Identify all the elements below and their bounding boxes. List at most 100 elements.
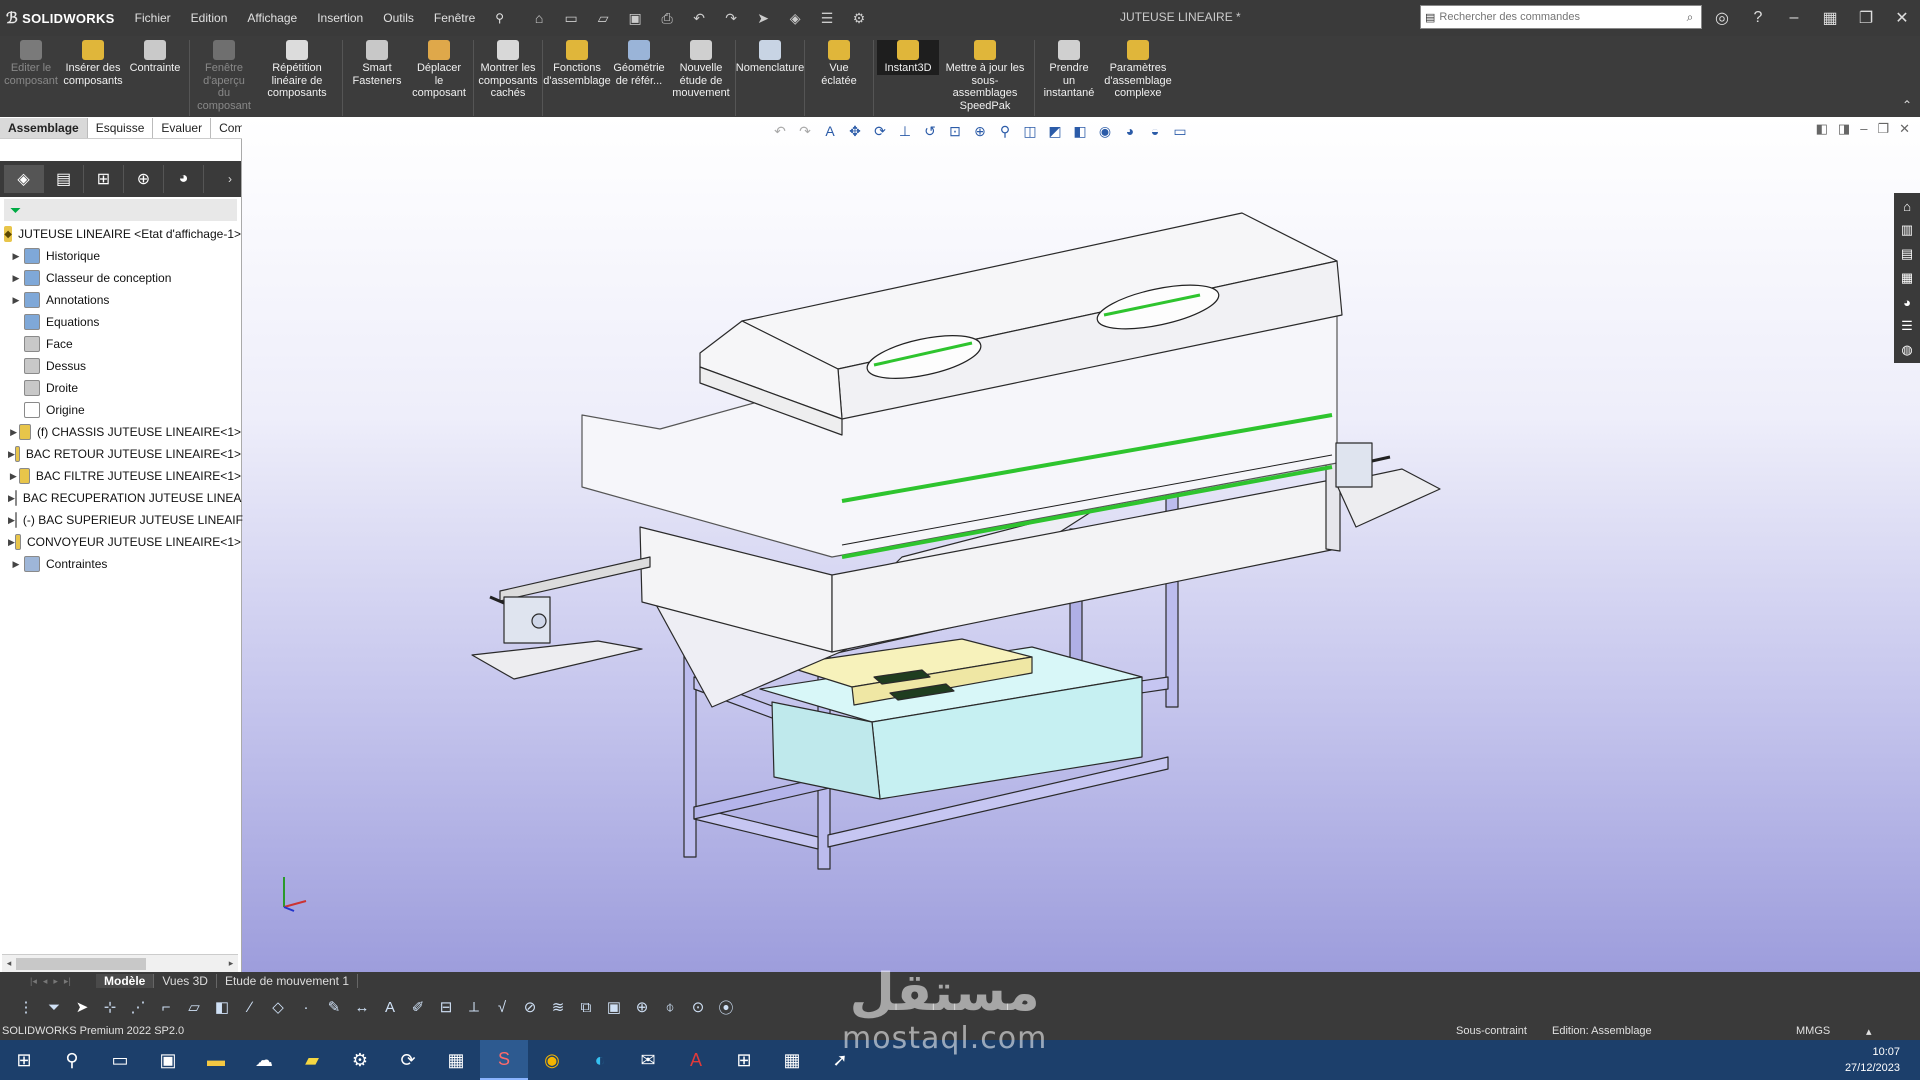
next-tab-icon[interactable]: ▸ xyxy=(53,976,58,987)
dowel-pin-icon[interactable]: ⌽ xyxy=(658,999,682,1016)
block-filter-icon[interactable]: ▣ xyxy=(602,998,626,1016)
view-palette-icon[interactable]: ▦ xyxy=(1894,267,1920,289)
ribbon-button-9[interactable]: Géométrie de référ... xyxy=(608,40,670,87)
select-icon[interactable]: ➤ xyxy=(752,10,774,27)
ribbon-button-11[interactable]: Nomenclature xyxy=(736,40,804,75)
rebuild-icon[interactable]: ◈ xyxy=(784,10,806,27)
tree-item[interactable]: Droite xyxy=(0,377,241,399)
close-button[interactable]: ✕ xyxy=(1884,8,1920,28)
expand-arrow-icon[interactable]: ▶ xyxy=(8,515,15,526)
settings-icon[interactable]: ⚙ xyxy=(336,1040,384,1080)
note-filter-icon[interactable]: ✐ xyxy=(406,998,430,1016)
calculator-icon[interactable]: ▦ xyxy=(768,1040,816,1080)
expand-arrow-icon[interactable]: ▶ xyxy=(8,295,24,306)
open-icon[interactable]: ▱ xyxy=(592,10,614,27)
home-icon[interactable]: ⌂ xyxy=(528,10,550,27)
dimension-filter-icon[interactable]: ↔ xyxy=(350,999,374,1016)
center-mark-icon[interactable]: ⊕ xyxy=(630,998,654,1016)
surface-finish-icon[interactable]: √ xyxy=(490,999,514,1016)
appearances-icon[interactable]: ◕ xyxy=(1894,291,1920,313)
ribbon-button-7[interactable]: Montrer les composants cachés xyxy=(477,40,539,100)
datum-filter-icon[interactable]: ⊟ xyxy=(434,998,458,1016)
tab-esquisse[interactable]: Esquisse xyxy=(88,118,154,138)
pin-icon[interactable]: ⚲ xyxy=(485,11,514,25)
ribbon-button-1[interactable]: Insérer des composants xyxy=(62,40,124,87)
connection-point-icon[interactable]: ⊙ xyxy=(686,998,710,1016)
tree-item[interactable]: ▶ (f) CHASSIS JUTEUSE LINEAIRE<1> xyxy=(0,421,241,443)
feature-manager-tab-icon[interactable]: ◈ xyxy=(4,165,44,193)
tree-filter[interactable]: ⏷ xyxy=(4,199,237,221)
face-filter-icon[interactable]: ▱ xyxy=(182,998,206,1016)
scroll-thumb[interactable] xyxy=(16,957,146,970)
plane-filter-icon[interactable]: ◇ xyxy=(266,998,290,1016)
expand-arrow-icon[interactable]: ▶ xyxy=(8,449,15,460)
menu-affichage[interactable]: Affichage xyxy=(237,11,307,25)
taskbar-search-icon[interactable]: ⚲ xyxy=(48,1040,96,1080)
chevron-right-icon[interactable]: › xyxy=(219,172,241,186)
pointer-app-icon[interactable]: ➚ xyxy=(816,1040,864,1080)
system-clock[interactable]: 10:07 27/12/2023 xyxy=(1845,1044,1900,1076)
ribbon-button-10[interactable]: Nouvelle étude de mouvement xyxy=(670,40,732,100)
tab-vues-3d[interactable]: Vues 3D xyxy=(154,974,217,988)
graphics-area[interactable]: ↶ ↷ A ✥ ⟳ ⊥ ↺ ⊡ ⊕ ⚲ ◫ ◩ ◧ ◉ ◕ ◒ ▭ ◧ ◨ – … xyxy=(242,117,1920,972)
expand-arrow-icon[interactable]: ▶ xyxy=(8,559,24,570)
tab-modele[interactable]: Modèle xyxy=(96,974,155,988)
custom-properties-icon[interactable]: ☰ xyxy=(1894,315,1920,337)
solidworks-forum-icon[interactable]: ◍ xyxy=(1894,339,1920,361)
save-icon[interactable]: ▣ xyxy=(624,10,646,27)
display-manager-tab-icon[interactable]: ◕ xyxy=(164,165,204,193)
file-explorer-taskbar-icon[interactable]: ▬ xyxy=(192,1040,240,1080)
expand-arrow-icon[interactable]: ▶ xyxy=(8,273,24,284)
prev-tab-icon[interactable]: ◂ xyxy=(43,976,48,987)
tab-evaluer[interactable]: Evaluer xyxy=(153,118,212,138)
routing-point-icon[interactable]: ⦿ xyxy=(714,997,738,1018)
units-selector[interactable]: MMGS xyxy=(1796,1025,1830,1037)
component-filter-icon[interactable]: ◧ xyxy=(210,998,234,1016)
tree-item[interactable]: ▶ Contraintes xyxy=(0,553,241,575)
configuration-manager-tab-icon[interactable]: ⊞ xyxy=(84,165,124,193)
hole-callout-icon[interactable]: ⊘ xyxy=(518,998,542,1016)
windows-start-icon[interactable]: ⊞ xyxy=(0,1040,48,1080)
tree-item[interactable]: ▶ BAC FILTRE JUTEUSE LINEAIRE<1> xyxy=(0,465,241,487)
sticky-notes-icon[interactable]: ▰ xyxy=(288,1040,336,1080)
minimize-button[interactable]: – xyxy=(1776,9,1812,27)
edge-filter-icon[interactable]: ⌐ xyxy=(154,999,178,1016)
ribbon-button-2[interactable]: Contrainte xyxy=(124,40,186,75)
scroll-left-icon[interactable]: ◂ xyxy=(2,958,16,969)
expand-arrow-icon[interactable]: ▶ xyxy=(8,427,19,438)
motor-gearbox[interactable] xyxy=(1335,442,1373,488)
expand-arrow-icon[interactable]: ▶ xyxy=(8,251,24,262)
network-app-icon[interactable]: ⊞ xyxy=(720,1040,768,1080)
new-document-icon[interactable]: ▭ xyxy=(560,10,582,27)
task-view-icon[interactable]: ▭ xyxy=(96,1040,144,1080)
vertex-filter-icon[interactable]: ⋰ xyxy=(126,998,150,1016)
help-icon[interactable]: ? xyxy=(1740,9,1776,27)
menu-outils[interactable]: Outils xyxy=(373,11,424,25)
mate-reference-icon[interactable]: ⧉ xyxy=(574,999,598,1016)
filter-toolbar-icon[interactable]: ⏷ xyxy=(42,999,66,1016)
solidworks-taskbar-icon[interactable]: S xyxy=(480,1040,528,1080)
tree-item[interactable]: ▶ BAC RETOUR JUTEUSE LINEAIRE<1> xyxy=(0,443,241,465)
expand-arrow-icon[interactable]: ▶ xyxy=(8,537,15,548)
tree-item[interactable]: Face xyxy=(0,333,241,355)
ribbon-button-4[interactable]: Répétition linéaire de composants xyxy=(255,40,339,100)
tree-item[interactable]: ▶ CONVOYEUR JUTEUSE LINEAIRE<1> xyxy=(0,531,241,553)
taskbar-app-icon[interactable]: ▣ xyxy=(144,1040,192,1080)
ribbon-button-8[interactable]: Fonctions d'assemblage xyxy=(543,40,611,87)
tree-item[interactable]: ▶ Annotations xyxy=(0,289,241,311)
status-expand-icon[interactable]: ▴ xyxy=(1866,1025,1872,1038)
tree-item[interactable]: ▶ BAC RECUPERATION JUTEUSE LINEA xyxy=(0,487,241,509)
tree-item[interactable]: ▶ Historique xyxy=(0,245,241,267)
expand-arrow-icon[interactable]: ▶ xyxy=(8,493,15,504)
ribbon-button-13[interactable]: Instant3D xyxy=(877,40,939,75)
design-library-icon[interactable]: ▥ xyxy=(1894,219,1920,241)
scroll-right-icon[interactable]: ▸ xyxy=(224,958,238,969)
ribbon-button-15[interactable]: Prendre un instantané xyxy=(1038,40,1100,100)
file-properties-icon[interactable]: ☰ xyxy=(816,10,838,27)
autocad-icon[interactable]: A xyxy=(672,1040,720,1080)
tree-item[interactable]: Equations xyxy=(0,311,241,333)
tree-item[interactable]: Origine xyxy=(0,399,241,421)
ribbon-button-16[interactable]: Paramètres d'assemblage complexe xyxy=(1100,40,1176,100)
menu-edition[interactable]: Edition xyxy=(181,11,238,25)
ribbon-button-14[interactable]: Mettre à jour les sous-assemblages Speed… xyxy=(939,40,1031,112)
